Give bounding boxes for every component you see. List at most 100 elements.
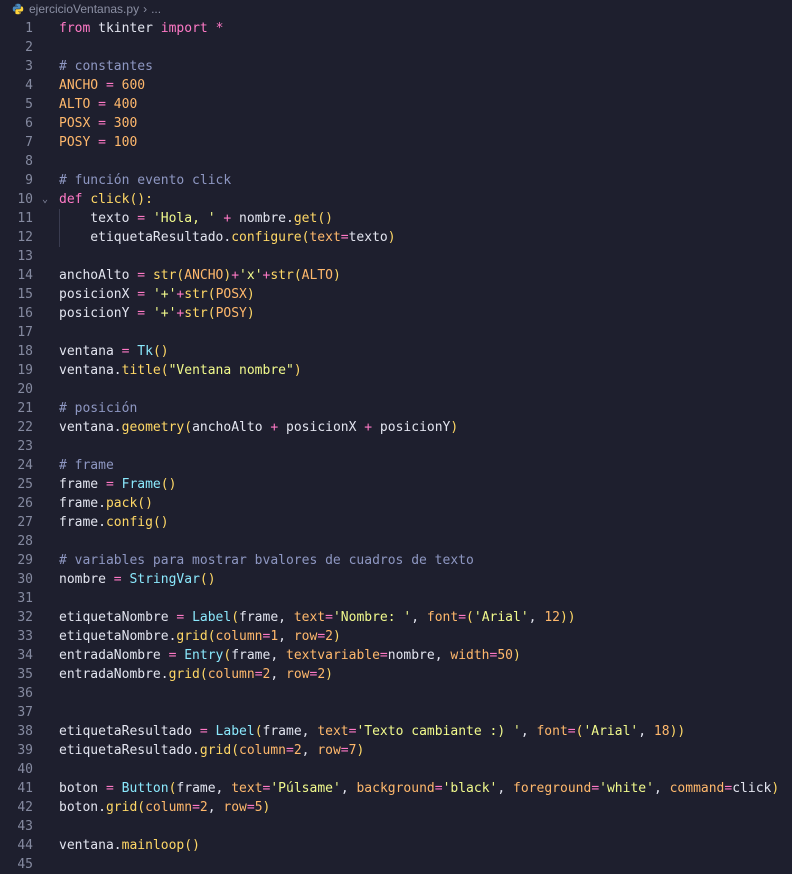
code-line[interactable]: 13 [0, 247, 792, 266]
code-token: 50 [497, 648, 513, 663]
code-line[interactable]: 18 ventana = Tk() [0, 342, 792, 361]
breadcrumb-file[interactable]: ejercicioVentanas.py [29, 2, 139, 16]
code-line[interactable]: 1 from tkinter import * [0, 19, 792, 38]
code-token: from [59, 21, 91, 36]
code-line[interactable]: 37 [0, 703, 792, 722]
code-line[interactable]: 5 ALTO = 400 [0, 95, 792, 114]
code-token: posicionY [59, 306, 138, 321]
line-number: 32 [17, 610, 33, 625]
code-line[interactable]: 17 [0, 323, 792, 342]
code-line[interactable]: 27 frame.config() [0, 513, 792, 532]
code-line[interactable]: 7 POSY = 100 [0, 133, 792, 152]
code-line[interactable]: 19 ventana.title("Ventana nombre") [0, 361, 792, 380]
code-line[interactable]: 4 ANCHO = 600 [0, 76, 792, 95]
code-token: entradaNombre. [59, 667, 169, 682]
code-token: = [137, 287, 146, 302]
code-line[interactable]: 25 frame = Frame() [0, 475, 792, 494]
code-token: def [59, 192, 83, 207]
code-line[interactable]: 31 [0, 589, 792, 608]
line-number: 33 [17, 629, 33, 644]
code-line[interactable]: 32 etiquetaNombre = Label(frame, text='No… [0, 608, 792, 627]
code-line[interactable]: 11 texto = 'Hola, ' + nombre.get() [0, 209, 792, 228]
code-line[interactable]: 30 nombre = StringVar() [0, 570, 792, 589]
code-line[interactable]: 3 # constantes [0, 57, 792, 76]
code-token: = [254, 667, 263, 682]
code-line[interactable]: 35 entradaNombre.grid(column=2, row=2) [0, 665, 792, 684]
code-line[interactable]: 8 [0, 152, 792, 171]
code-token: 1 [270, 629, 279, 644]
code-line[interactable]: 21 # posición [0, 399, 792, 418]
code-line[interactable]: 44 ventana.mainloop() [0, 836, 792, 855]
code-line[interactable]: 10 ⌄ def click(): [0, 190, 792, 209]
code-token: frame, [262, 724, 318, 739]
code-token: foreground [513, 781, 592, 796]
code-token: = [199, 724, 208, 739]
code-line[interactable]: 39 etiquetaResultado.grid(column=2, row=7… [0, 741, 792, 760]
python-file-icon [12, 3, 24, 14]
line-number: 16 [17, 306, 33, 321]
code-token: = [192, 800, 200, 815]
code-line[interactable]: 34 entradaNombre = Entry(frame, textvaria… [0, 646, 792, 665]
line-code: frame = Frame() [59, 475, 176, 494]
code-line[interactable]: 36 [0, 684, 792, 703]
chevron-right-icon: › [143, 1, 148, 16]
code-line[interactable]: 40 [0, 760, 792, 779]
line-code: entradaNombre = Entry(frame, textvariabl… [59, 646, 521, 665]
code-token: ANCHO [184, 268, 224, 283]
code-line[interactable]: 28 [0, 532, 792, 551]
line-code: etiquetaNombre.grid(column=1, row=2) [59, 627, 341, 646]
code-token: = [98, 116, 106, 131]
code-line[interactable]: 41 boton = Button(frame, text='Púlsame', … [0, 779, 792, 798]
code-line[interactable]: 2 [0, 38, 792, 57]
code-line[interactable]: 45 [0, 855, 792, 874]
code-line[interactable]: 14 anchoAlto = str(ANCHO)+'x'+str(ALTO) [0, 266, 792, 285]
code-token: ( [293, 268, 302, 283]
code-token: = [113, 572, 122, 587]
code-line[interactable]: 9 # función evento click [0, 171, 792, 190]
code-line[interactable]: 43 [0, 817, 792, 836]
code-line[interactable]: 33 etiquetaNombre.grid(column=1, row=2) [0, 627, 792, 646]
line-number: 34 [17, 648, 33, 663]
line-number: 24 [17, 458, 33, 473]
line-number: 19 [17, 363, 33, 378]
code-token: + [364, 420, 373, 435]
breadcrumb-symbols[interactable]: ... [151, 2, 161, 16]
code-line[interactable]: 42 boton.grid(column=2, row=5) [0, 798, 792, 817]
code-token: ( [184, 420, 193, 435]
code-token: '+' [152, 287, 177, 302]
line-number: 23 [17, 439, 33, 454]
code-line[interactable]: 22 ventana.geometry(anchoAlto + posicionX… [0, 418, 792, 437]
code-token: )) [669, 724, 686, 739]
code-token: textvariable [286, 648, 380, 663]
line-number: 35 [17, 667, 33, 682]
line-number: 12 [17, 230, 33, 245]
line-code: frame.pack() [59, 494, 153, 513]
line-number: 39 [17, 743, 33, 758]
code-editor[interactable]: 1 from tkinter import * 2 3 # constantes 4 ANC… [0, 19, 792, 874]
line-code: boton.grid(column=2, row=5) [59, 798, 270, 817]
code-token: = [325, 610, 333, 625]
code-line[interactable]: 16 posicionY = '+'+str(POSY) [0, 304, 792, 323]
code-line[interactable]: 29 # variables para mostrar bvalores de c… [0, 551, 792, 570]
line-code: frame.config() [59, 513, 169, 532]
code-line[interactable]: 38 etiquetaResultado = Label(frame, text =… [0, 722, 792, 741]
line-code: # constantes [59, 57, 153, 76]
line-number: 1 [25, 21, 33, 36]
code-line[interactable]: 20 [0, 380, 792, 399]
line-code: ventana.title("Ventana nombre") [59, 361, 302, 380]
code-token: pack [105, 496, 138, 511]
code-token: grid [105, 800, 138, 815]
code-line[interactable]: 26 frame.pack() [0, 494, 792, 513]
code-line[interactable]: 23 [0, 437, 792, 456]
code-token: = [137, 306, 146, 321]
code-line[interactable]: 24 # frame [0, 456, 792, 475]
code-line[interactable]: 6 POSX = 300 [0, 114, 792, 133]
fold-chevron-icon[interactable]: ⌄ [38, 190, 52, 209]
code-line[interactable]: 12 etiquetaResultado.configure(text=text… [0, 228, 792, 247]
code-line[interactable]: 15 posicionX = '+'+str(POSX) [0, 285, 792, 304]
code-token: anchoAlto [192, 420, 271, 435]
code-token: ) [246, 306, 255, 321]
